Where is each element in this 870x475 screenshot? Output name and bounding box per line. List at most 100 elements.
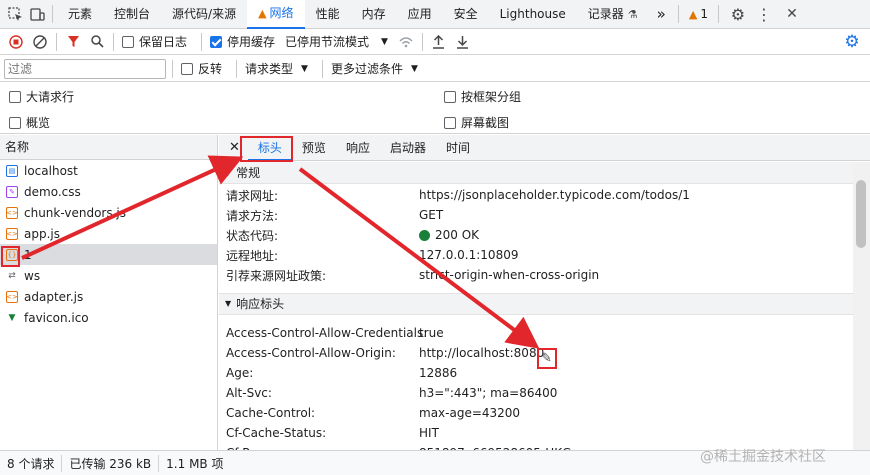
import-har-upload-icon[interactable] xyxy=(427,30,451,54)
tab-response[interactable]: 响应 xyxy=(336,135,380,161)
divider xyxy=(321,59,323,78)
network-settings-gear-icon[interactable]: ⚙ xyxy=(840,30,864,54)
tab-network-label: 网络 xyxy=(269,5,294,20)
request-row[interactable]: <> chunk-vendors.js xyxy=(0,202,217,223)
tab-lighthouse[interactable]: Lighthouse xyxy=(489,0,577,29)
device-toolbar-icon[interactable] xyxy=(26,3,48,25)
request-rows: ▤ localhost ✎ demo.css <> chunk-vendors.js <> a… xyxy=(0,160,217,328)
disable-cache-label: 停用缓存 xyxy=(227,35,276,49)
filter-input[interactable] xyxy=(4,58,166,79)
more-filters-dropdown[interactable]: 更多过滤条件 ▼ xyxy=(331,60,418,77)
divider xyxy=(236,59,238,78)
annotation-box-headers-tab xyxy=(240,136,293,162)
tab-memory[interactable]: 内存 xyxy=(351,0,397,29)
close-devtools-icon[interactable]: ✕ xyxy=(781,3,803,25)
watermark: @稀土掘金技术社区 xyxy=(700,449,826,465)
tab-performance[interactable]: 性能 xyxy=(305,0,351,29)
network-conditions-wifi-icon[interactable] xyxy=(394,30,418,54)
header-row: 引荐来源网址政策: strict-origin-when-cross-origin xyxy=(219,265,853,285)
checkbox-box-checked[interactable] xyxy=(210,35,223,48)
tab-console[interactable]: 控制台 xyxy=(103,0,161,29)
tab-application[interactable]: 应用 xyxy=(397,0,443,29)
tab-network[interactable]: ▲ 网络 xyxy=(247,0,305,29)
screenshots-label: 屏幕截图 xyxy=(461,116,510,130)
request-name: favicon.ico xyxy=(24,310,89,325)
request-types-dropdown[interactable]: 请求类型 ▼ xyxy=(245,60,308,77)
preserve-log-checkbox[interactable]: 保留日志 xyxy=(122,33,187,50)
group-by-frame-label: 按框架分组 xyxy=(461,90,522,104)
checkbox-box[interactable] xyxy=(444,90,456,103)
tab-elements[interactable]: 元素 xyxy=(57,0,103,29)
name-column-header[interactable]: 名称 xyxy=(0,135,217,160)
request-row[interactable]: ✎ demo.css xyxy=(0,181,217,202)
request-row[interactable]: <> adapter.js xyxy=(0,286,217,307)
response-headers-section-header[interactable]: ▼ 响应标头 xyxy=(219,293,853,315)
scrollbar-thumb[interactable] xyxy=(856,180,866,248)
css-icon: ✎ xyxy=(6,185,18,198)
tab-sources[interactable]: 源代码/来源 xyxy=(161,0,247,29)
overview-checkbox[interactable]: 概览 xyxy=(9,114,50,131)
throttling-select[interactable]: 已停用节流模式 ▼ xyxy=(285,33,388,50)
warnings-count: 1 xyxy=(700,6,708,21)
dropdown-arrow-icon: ▼ xyxy=(301,63,308,74)
network-toolbar: 保留日志 停用缓存 已停用节流模式 ▼ ⚙ xyxy=(0,29,870,55)
warnings-counter[interactable]: ▲ 1 xyxy=(683,0,714,29)
header-row: Access-Control-Allow-Origin: http://local… xyxy=(219,343,853,363)
header-key: Cache-Control: xyxy=(226,406,316,420)
general-section-header[interactable]: ▼ 常规 xyxy=(219,162,853,184)
settings-gear-icon[interactable]: ⚙ xyxy=(727,3,749,25)
header-row: 请求方法: GET xyxy=(219,205,853,225)
big-rows-label: 大请求行 xyxy=(26,90,75,104)
disable-cache-checkbox[interactable]: 停用缓存 xyxy=(210,33,275,50)
clear-icon[interactable] xyxy=(28,30,52,54)
tab-recorder[interactable]: 记录器 ⚗ xyxy=(577,0,649,29)
header-row: Cf-Cache-Status: HIT xyxy=(219,423,853,443)
request-row[interactable]: <> app.js xyxy=(0,223,217,244)
big-request-rows-checkbox[interactable]: 大请求行 xyxy=(9,88,74,105)
checkbox-box[interactable] xyxy=(9,90,21,103)
warning-icon: ▲ xyxy=(688,7,698,21)
request-row[interactable]: ▤ localhost xyxy=(0,160,217,181)
header-row: 远程地址: 127.0.0.1:10809 xyxy=(219,245,853,265)
request-list: 名称 ▤ localhost ✎ demo.css <> chunk-vendors.js… xyxy=(0,135,218,450)
header-value: max-age=43200 xyxy=(419,406,521,420)
checkbox-box[interactable] xyxy=(122,35,134,48)
filter-funnel-icon[interactable] xyxy=(61,30,85,54)
tab-timing[interactable]: 时间 xyxy=(436,135,480,161)
record-stop-icon[interactable] xyxy=(4,30,28,54)
inspect-element-icon[interactable] xyxy=(4,3,26,25)
request-row[interactable]: ⇄ ws xyxy=(0,265,217,286)
header-key: Alt-Svc: xyxy=(226,386,272,400)
header-row: 状态代码: 200 OK xyxy=(219,225,853,245)
response-header-rows: Access-Control-Allow-Credentials: true Acc… xyxy=(219,315,853,450)
more-options-icon[interactable]: ⋮ xyxy=(753,3,775,25)
status-ok-dot-icon xyxy=(419,229,430,241)
header-key: Cf-Cache-Status: xyxy=(226,426,327,440)
request-row[interactable]: {} 1 xyxy=(0,244,217,265)
checkbox-box[interactable] xyxy=(181,62,193,75)
edit-pencil-icon[interactable]: ✎ xyxy=(541,351,552,366)
checkbox-box[interactable] xyxy=(9,116,21,129)
more-tabs-button[interactable]: » xyxy=(649,0,674,29)
screenshots-checkbox[interactable]: 屏幕截图 xyxy=(444,114,509,131)
export-har-download-icon[interactable] xyxy=(451,30,475,54)
group-by-frame-checkbox[interactable]: 按框架分组 xyxy=(444,88,521,105)
tab-security[interactable]: 安全 xyxy=(443,0,489,29)
request-name: localhost xyxy=(24,163,78,178)
checkbox-box[interactable] xyxy=(444,116,456,129)
tab-preview[interactable]: 预览 xyxy=(292,135,336,161)
annotation-box-request-1 xyxy=(1,246,20,267)
request-count: 8 个请求 xyxy=(0,454,63,472)
request-row[interactable]: ▼ favicon.ico xyxy=(0,307,217,328)
tab-initiator[interactable]: 启动器 xyxy=(380,135,436,161)
collapse-triangle-icon: ▼ xyxy=(225,299,232,308)
header-value: http://localhost:8080 xyxy=(419,346,545,360)
image-icon: ▼ xyxy=(8,312,16,323)
search-icon[interactable] xyxy=(85,30,109,54)
general-rows: 请求网址: https://jsonplaceholder.typicode.co… xyxy=(219,184,853,285)
header-row: Access-Control-Allow-Credentials: true xyxy=(219,323,853,343)
resources-size: 1.1 MB 项 xyxy=(166,456,224,471)
invert-checkbox[interactable]: 反转 xyxy=(181,60,222,77)
transferred-size: 已传输 236 kB xyxy=(62,454,160,472)
js-icon: <> xyxy=(6,290,18,303)
